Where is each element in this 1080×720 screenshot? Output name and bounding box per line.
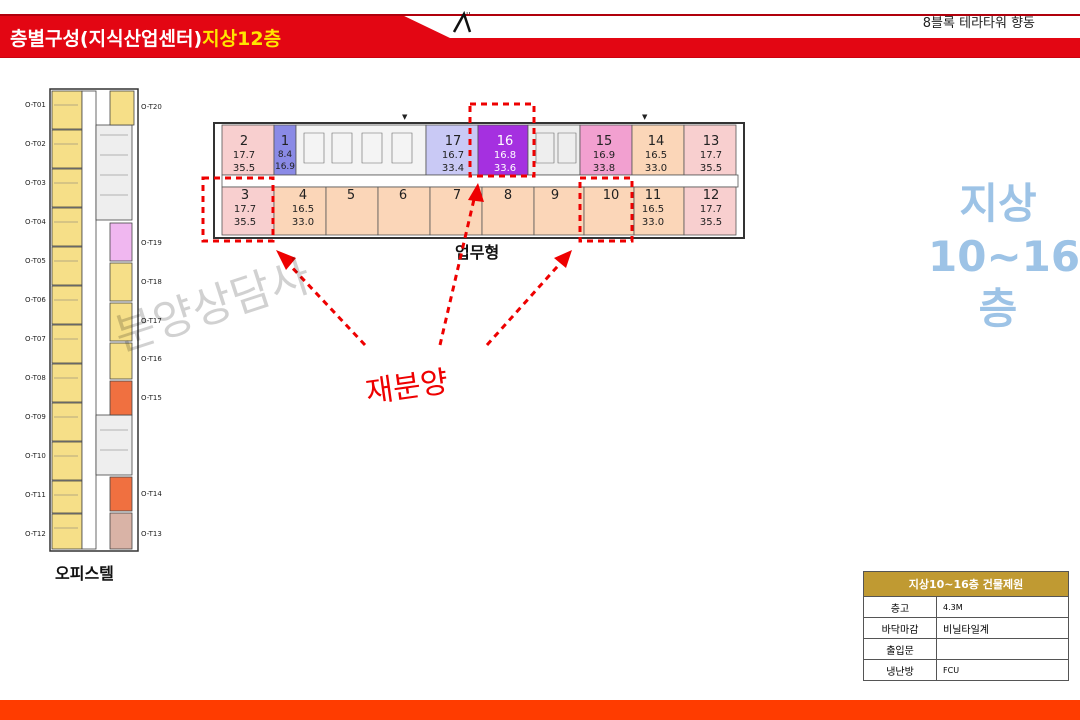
spec-table-title: 지상10~16층 건물제원: [863, 571, 1069, 597]
spec-table-header: 지상10~16층 건물제원: [863, 571, 1069, 597]
floor-range-line1: 지상: [959, 179, 1037, 228]
spec-key: 출입문: [863, 638, 937, 660]
spec-value: 비닐타일계: [936, 617, 1069, 639]
floor-range-line3: 층: [978, 284, 1018, 333]
spec-value: [936, 638, 1069, 660]
table-row: 바닥마감 비닐타일계: [863, 617, 1069, 639]
table-row: 층고 4.3M: [863, 596, 1069, 618]
table-row: 냉난방 FCU: [863, 659, 1069, 681]
table-row: 출입문: [863, 638, 1069, 660]
footer-bar: [0, 700, 1080, 720]
spec-value: FCU: [936, 659, 1069, 681]
spec-key: 냉난방: [863, 659, 937, 681]
spec-key: 층고: [863, 596, 937, 618]
floor-range-line2: 10~16: [928, 231, 1080, 281]
floor-range-label: 지상 10~16 층: [928, 178, 1080, 336]
spec-key: 바닥마감: [863, 617, 937, 639]
spec-value: 4.3M: [936, 596, 1069, 618]
spec-table: 지상10~16층 건물제원 층고 4.3M 바닥마감 비닐타일계 출입문 냉난방 FC…: [863, 571, 1069, 681]
